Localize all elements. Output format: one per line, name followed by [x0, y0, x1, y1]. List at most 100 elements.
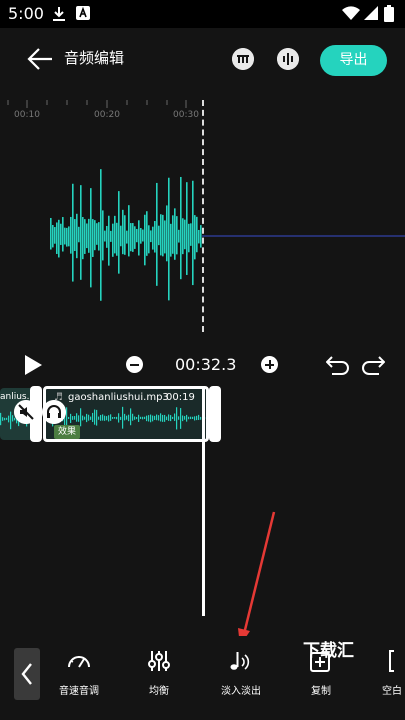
waveform-bar	[146, 415, 148, 422]
waveform-bar	[194, 416, 196, 421]
waveform-bar	[134, 416, 136, 420]
waveform-bar	[94, 220, 96, 251]
waveform-bar	[106, 225, 108, 248]
battery-icon	[384, 5, 394, 22]
waveform-bar	[92, 412, 94, 422]
tool-label: 空白	[382, 686, 402, 697]
waveform-bar	[118, 191, 120, 274]
waveform-bar	[76, 213, 78, 259]
zoom-out-button[interactable]	[126, 356, 143, 373]
waveform-bar	[62, 217, 64, 252]
waveform-bar	[196, 415, 198, 421]
waveform-bar	[66, 227, 68, 247]
waveform-bar	[156, 182, 158, 286]
effect-tag[interactable]: 效果	[54, 425, 81, 439]
tool-fade-in-out[interactable]: 淡入淡出	[206, 648, 276, 708]
waveform-bar	[132, 413, 134, 421]
waveform-bar	[122, 406, 124, 429]
waveform-bar	[74, 219, 76, 252]
selected-clip[interactable]: ♬ gaoshanliushui.mp3 00:19 效果	[43, 386, 209, 442]
waveform-bar	[150, 230, 152, 243]
waveform-bar	[96, 409, 98, 426]
volume-bars-icon[interactable]	[232, 48, 254, 70]
waveform-bar	[162, 414, 164, 422]
chevron-left-icon	[21, 663, 32, 685]
waveform-bar	[86, 413, 88, 423]
tool-blank[interactable]: 空白	[360, 648, 405, 708]
clip-handle-right[interactable]	[209, 386, 221, 442]
waveform-bar	[164, 220, 166, 254]
waveform-bar	[92, 219, 94, 257]
waveform-bar	[78, 415, 80, 422]
undo-icon[interactable]	[326, 355, 350, 375]
waveform-bar	[178, 229, 180, 243]
waveform-bar	[90, 188, 92, 288]
waveform-bar	[50, 217, 52, 250]
page-title: 音频编辑	[64, 49, 125, 67]
waveform-bar	[120, 416, 122, 420]
ruler-label: 00:30	[173, 110, 199, 120]
toolbar-collapse-button[interactable]	[14, 648, 40, 700]
waveform-bar	[70, 216, 72, 254]
tool-label: 淡入淡出	[221, 686, 261, 697]
waveform-bar	[84, 416, 86, 420]
zoom-in-button[interactable]	[261, 356, 278, 373]
mute-icon[interactable]	[14, 400, 38, 424]
ruler-label: 00:10	[14, 110, 40, 120]
headphone-icon[interactable]	[42, 400, 66, 424]
speedometer-icon	[68, 656, 90, 668]
waveform-bar	[54, 227, 56, 244]
waveform-bar	[114, 215, 116, 254]
audio-wave-icon[interactable]	[277, 48, 299, 70]
wifi-icon	[342, 6, 360, 20]
waveform-bar	[198, 414, 200, 420]
playhead[interactable]	[202, 100, 204, 332]
waveform-bar	[116, 416, 118, 420]
waveform-bar	[76, 413, 78, 422]
waveform-bar	[144, 416, 146, 420]
waveform-bar	[192, 180, 194, 286]
waveform-bar	[142, 416, 144, 420]
waveform-bar	[112, 223, 114, 257]
fade-note-icon	[230, 652, 250, 670]
waveform-bar	[142, 229, 144, 242]
waveform-bar	[186, 414, 188, 422]
waveform-bar	[80, 408, 82, 427]
current-time: 00:32.3	[175, 355, 237, 374]
status-time: 5:00	[8, 4, 44, 23]
waveform-bar	[100, 414, 102, 421]
waveform-bar	[188, 416, 190, 420]
waveform-bar	[112, 417, 114, 419]
waveform-bar	[186, 182, 188, 275]
waveform-bar	[198, 229, 200, 244]
tool-speed-pitch[interactable]: 音速音调	[44, 648, 114, 708]
waveform-bar	[126, 415, 128, 420]
waveform-bar	[134, 226, 136, 249]
export-button[interactable]: 导出	[320, 45, 387, 76]
tool-label: 音速音调	[59, 686, 99, 697]
waveform-bar	[146, 211, 148, 256]
waveform-bar	[140, 416, 142, 419]
arrow-left-icon[interactable]	[26, 46, 54, 72]
waveform-bar	[88, 414, 90, 421]
play-icon[interactable]	[22, 354, 44, 376]
track-playhead	[202, 386, 205, 616]
waveform-bar	[152, 226, 154, 250]
waveform-bar	[172, 215, 174, 254]
waveform-bar	[190, 416, 192, 420]
waveform-bar	[176, 407, 178, 430]
waveform-bar	[184, 416, 186, 420]
waveform-bar	[110, 230, 112, 242]
waveform-bar	[84, 219, 86, 254]
waveform-bar	[68, 416, 70, 420]
waveform-bar	[74, 416, 76, 420]
waveform-bar	[104, 415, 106, 421]
tool-equalizer[interactable]: 均衡	[124, 648, 194, 708]
redo-icon[interactable]	[361, 355, 385, 375]
clip-name: gaoshanliushui.mp3	[68, 392, 169, 403]
waveform-bar	[160, 413, 162, 422]
waveform-bar	[60, 223, 62, 245]
waveform-bar	[90, 416, 92, 420]
notification-a-icon	[76, 6, 90, 20]
status-bar: 5:00	[0, 0, 405, 28]
